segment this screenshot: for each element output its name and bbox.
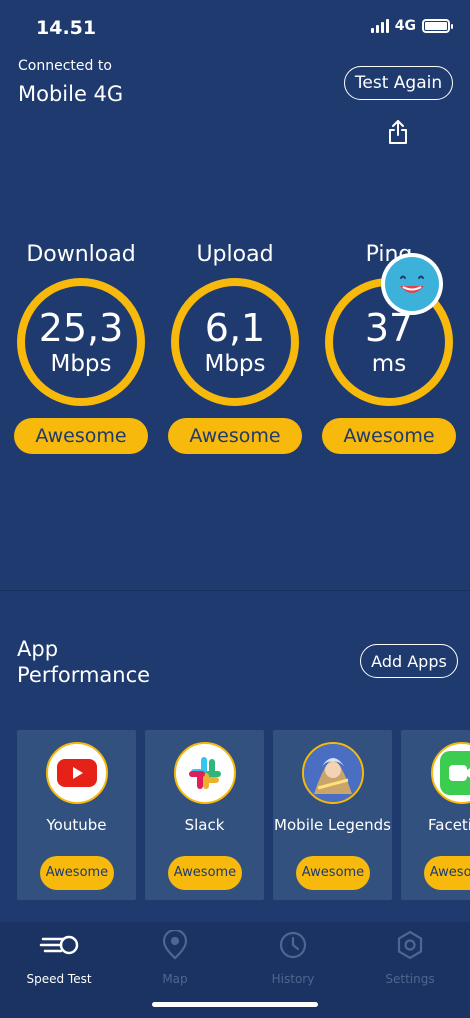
gauge-unit: ms [371,351,407,377]
tab-label: Map [162,972,188,986]
gauge-unit: Mbps [50,351,112,377]
tab-speed-test[interactable]: Speed Test [9,930,109,986]
share-icon[interactable] [386,118,410,146]
gauge-value: 25,3 [38,306,124,350]
gauge-unit: Mbps [204,351,266,377]
status-time: 14.51 [36,17,97,39]
mobile-legends-icon [301,742,364,804]
gear-icon [397,930,423,960]
gauge-ring: 25,3 Mbps [17,278,145,406]
home-indicator[interactable] [152,1002,318,1007]
gauge-rating-badge: Awesome [168,418,302,454]
tab-history[interactable]: History [243,930,343,986]
app-rating-badge: Awesome [424,856,470,890]
tab-label: History [271,972,315,986]
youtube-icon [45,742,108,804]
tab-map[interactable]: Map [125,928,225,986]
signal-icon [370,19,389,33]
tab-settings[interactable]: Settings [360,930,460,986]
status-bar: 14.51 4G [0,0,470,50]
facetime-icon [431,742,470,804]
gauge-rating-badge: Awesome [322,418,456,454]
download-gauge: Download 25,3 Mbps Awesome [14,240,148,454]
section-title-line: Performance [17,663,151,687]
gauge-title: Upload [196,242,274,267]
add-apps-button[interactable]: Add Apps [360,644,458,678]
app-card-facetime[interactable]: Facetime Awesome [401,730,470,900]
tab-label: Speed Test [26,972,92,986]
clock-icon [279,931,307,959]
gauge-rating-badge: Awesome [14,418,148,454]
app-name: Slack [184,816,225,834]
network-type: 4G [394,18,416,34]
tab-label: Settings [385,972,435,986]
app-card-slack[interactable]: Slack Awesome [145,730,264,900]
battery-icon [422,19,453,33]
app-card-mobile-legends[interactable]: Mobile Legends Awesome [273,730,392,900]
connected-label: Connected to [18,58,112,74]
section-title-line: App [17,637,59,661]
gauge-value: 6,1 [204,306,266,350]
status-indicators: 4G [370,18,453,34]
app-rating-badge: Awesome [296,856,370,890]
app-rating-badge: Awesome [168,856,242,890]
app-name: Facetime [428,816,470,834]
speedometer-icon [39,935,79,955]
mascot-chat-icon[interactable] [380,252,444,316]
map-pin-icon [162,928,188,960]
app-card-youtube[interactable]: Youtube Awesome [17,730,136,900]
app-name: Mobile Legends [274,816,391,834]
upload-gauge: Upload 6,1 Mbps Awesome [168,240,302,454]
app-performance-title: App Performance [17,636,150,688]
app-rating-badge: Awesome [40,856,114,890]
gauge-ring: 6,1 Mbps [171,278,299,406]
slack-icon [173,742,236,804]
test-again-button[interactable]: Test Again [344,66,453,100]
gauge-title: Download [26,242,136,267]
app-name: Youtube [46,816,107,834]
connection-name: Mobile 4G [18,82,124,106]
section-divider [0,590,470,591]
